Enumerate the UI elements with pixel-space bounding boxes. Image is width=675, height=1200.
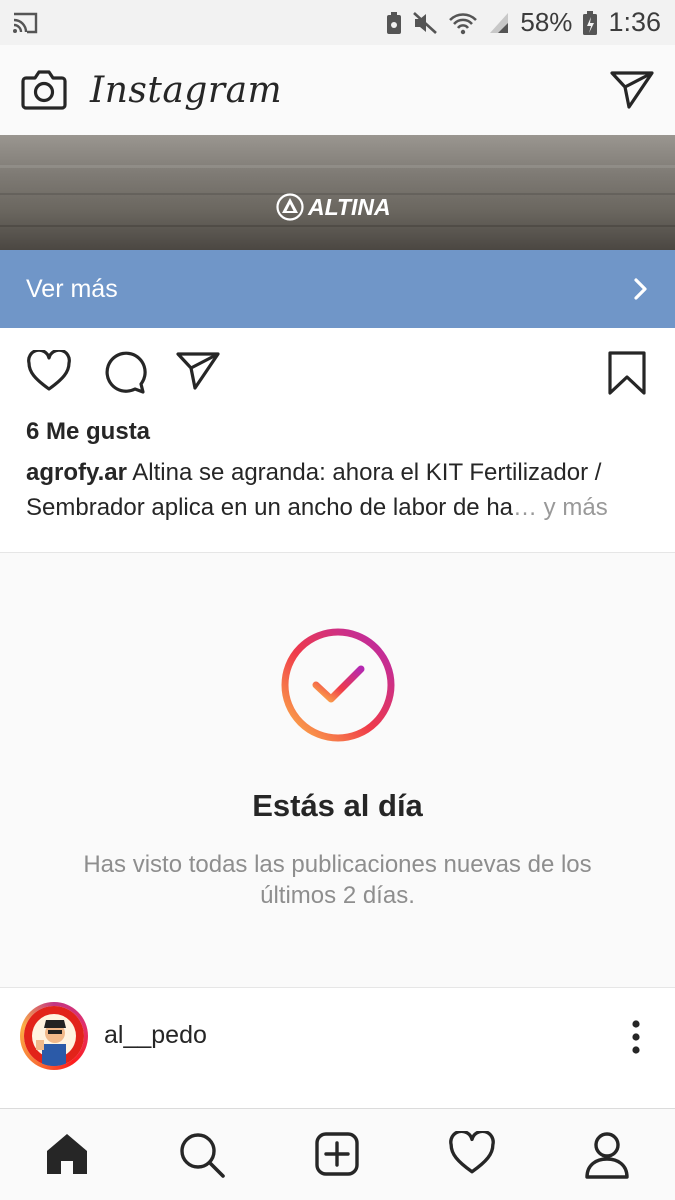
share-icon[interactable]	[175, 350, 221, 392]
texture-streak	[0, 225, 675, 227]
more-link[interactable]: … y más	[513, 494, 608, 521]
avatar-illustration	[24, 1006, 84, 1066]
app-title: Instagram	[90, 69, 283, 111]
triangle-logo-icon	[276, 193, 304, 221]
heart-icon[interactable]	[26, 350, 72, 392]
avatar	[24, 1006, 84, 1066]
see-more-label: Ver más	[26, 274, 118, 303]
search-icon[interactable]	[178, 1131, 226, 1179]
caught-up-section: Estás al día Has visto todas las publica…	[0, 552, 675, 988]
post-caption: agrofy.ar Altina se agranda: ahora el KI…	[26, 455, 656, 525]
bottom-navigation	[0, 1108, 675, 1200]
status-bar: 58% 1:36	[0, 0, 675, 45]
caught-up-message: Has visto todas las publicaciones nuevas…	[83, 851, 592, 909]
app-header: Instagram	[0, 45, 675, 135]
like-count[interactable]: 6 Me gusta	[26, 418, 150, 446]
next-post-header: al__pedo	[0, 988, 675, 1084]
caught-up-title: Estás al día	[252, 788, 423, 823]
comment-icon[interactable]	[101, 350, 147, 394]
see-more-button[interactable]: Ver más	[0, 250, 675, 328]
chevron-right-icon	[634, 278, 647, 300]
wifi-icon	[449, 12, 478, 34]
new-post-icon[interactable]	[314, 1131, 360, 1177]
camera-icon[interactable]	[20, 68, 68, 112]
checkmark-circle-icon	[281, 628, 395, 742]
battery-percent: 58%	[520, 7, 573, 37]
clock: 1:36	[608, 7, 661, 37]
bookmark-icon[interactable]	[607, 350, 647, 396]
direct-message-icon[interactable]	[609, 69, 655, 111]
battery-saver-icon	[387, 11, 402, 34]
battery-icon	[583, 10, 598, 35]
texture-streak	[0, 165, 675, 168]
post-username[interactable]: al__pedo	[104, 1021, 207, 1050]
brand-name: ALTINA	[308, 193, 391, 220]
ad-image[interactable]: ALTINA	[0, 135, 675, 250]
activity-icon[interactable]	[448, 1131, 496, 1175]
brand-logo: ALTINA	[276, 193, 391, 221]
status-icons: 58% 1:36	[386, 7, 661, 38]
caption-username[interactable]: agrofy.ar	[26, 459, 127, 486]
profile-icon[interactable]	[584, 1131, 630, 1179]
post-actions	[0, 328, 675, 418]
more-options-icon[interactable]	[631, 1020, 641, 1054]
cast-icon	[13, 12, 38, 33]
story-ring[interactable]	[20, 1002, 88, 1070]
signal-icon	[490, 12, 509, 33]
mute-icon	[413, 11, 438, 34]
home-icon[interactable]	[44, 1131, 90, 1177]
